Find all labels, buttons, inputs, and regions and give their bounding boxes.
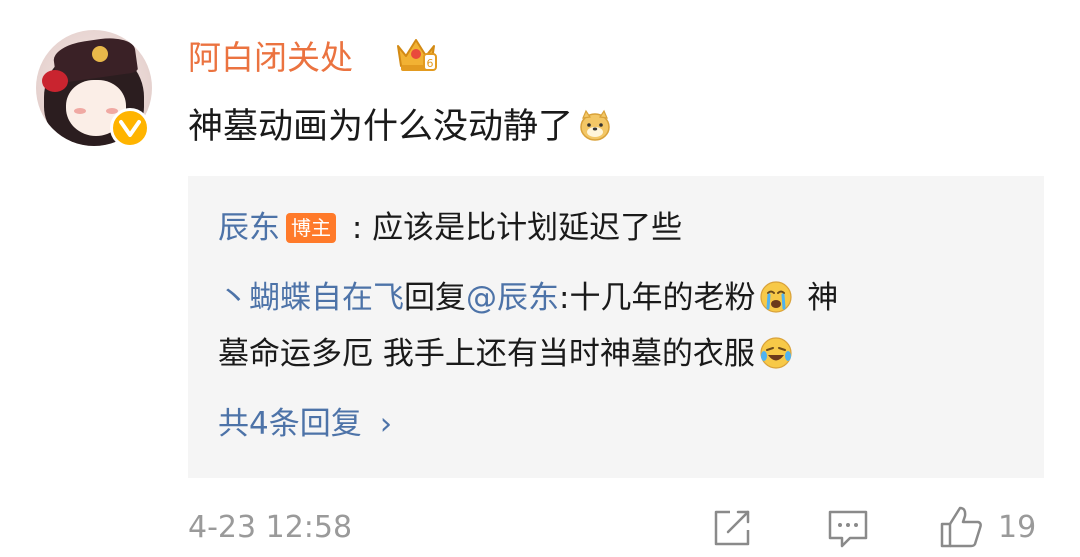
blogger-badge: 博主 — [286, 213, 336, 243]
reply-text-tail: 神 — [797, 280, 839, 316]
reply-item: 辰东 博主 : 应该是比计划延迟了些 — [218, 204, 682, 252]
reply-colon: : — [559, 280, 570, 316]
reply-item-continued: 墓命运多厄 我手上还有当时神墓的衣服 — [218, 330, 797, 378]
reply-item: 丶蝴蝶自在飞回复@辰东:十几年的老粉 神 — [218, 274, 838, 322]
reply-text: 应该是比计划延迟了些 — [372, 210, 683, 246]
reply-word: 回复 — [404, 280, 466, 316]
comment-text: 神墓动画为什么没动静了 — [188, 107, 574, 147]
reply-text: 墓命运多厄 我手上还有当时神墓的衣服 — [218, 336, 755, 372]
comment-icon[interactable] — [826, 506, 870, 550]
chevron-right-icon: › — [379, 406, 393, 442]
reply-text: 十几年的老粉 — [569, 280, 756, 316]
more-replies-link[interactable]: 共4条回复 › — [218, 400, 392, 448]
avatar-hat-ornament — [92, 46, 108, 62]
avatar-blush — [74, 108, 86, 114]
reply-author[interactable]: 辰东 — [218, 210, 280, 246]
comment-body: 神墓动画为什么没动静了 — [188, 102, 613, 152]
share-icon[interactable] — [710, 506, 754, 550]
like-count: 19 — [998, 510, 1037, 545]
reply-mention[interactable]: @辰东 — [466, 280, 559, 316]
svg-text:6: 6 — [427, 57, 434, 70]
verified-icon — [110, 108, 150, 148]
thumbs-up-icon[interactable] — [938, 504, 984, 550]
reply-author[interactable]: 丶蝴蝶自在飞 — [218, 280, 404, 316]
crown-level-icon[interactable]: 6 — [394, 32, 438, 76]
more-replies-label: 共4条回复 — [218, 406, 362, 442]
laugh-cry-emoji-icon — [760, 337, 792, 369]
reply-preview-box[interactable]: 辰东 博主 : 应该是比计划延迟了些 丶蝴蝶自在飞回复@辰东:十几年的老粉 神 墓… — [188, 176, 1044, 478]
reply-separator: : — [342, 210, 373, 246]
comment-username[interactable]: 阿白闭关处 — [188, 36, 353, 80]
crying-emoji-icon — [760, 281, 793, 313]
comment-timestamp: 4-23 12:58 — [188, 510, 353, 545]
doge-emoji-icon — [580, 109, 610, 141]
avatar-bow — [42, 70, 68, 92]
